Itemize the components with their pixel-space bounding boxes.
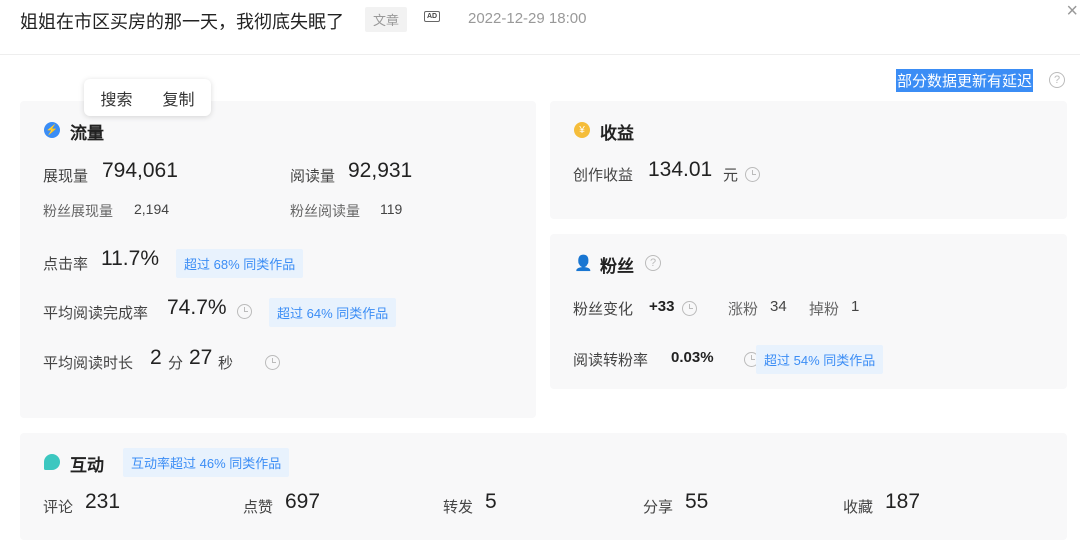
income-title: 收益	[600, 124, 634, 143]
duration-label: 平均阅读时长	[43, 355, 134, 372]
coin-icon: ¥	[574, 122, 590, 138]
interaction-title: 互动	[70, 456, 104, 475]
conversion-badge: 超过 54% 同类作品	[756, 345, 884, 374]
gain-label: 涨粉	[728, 301, 759, 318]
reads-value: 92,931	[348, 159, 413, 182]
income-unit: 元	[723, 167, 739, 184]
copy-menu-item[interactable]: 复制	[163, 86, 195, 110]
completion-label: 平均阅读完成率	[43, 305, 149, 322]
interaction-label: 分享	[643, 499, 674, 516]
delay-notice: 部分数据更新有延迟	[896, 69, 1034, 92]
help-icon[interactable]: ?	[645, 255, 661, 271]
close-icon[interactable]: ×	[1066, 0, 1078, 23]
ctr-value: 11.7%	[101, 247, 159, 270]
interaction-value: 187	[885, 490, 921, 513]
completion-value: 74.7%	[167, 296, 227, 319]
fans-change-value: +33	[649, 298, 675, 315]
article-title: 姐姐在市区买房的那一天，我彻底失眠了	[20, 12, 344, 32]
ctr-label: 点击率	[43, 256, 89, 273]
publish-date: 2022-12-29 18:00	[468, 10, 587, 27]
ad-icon: AD	[424, 11, 441, 22]
divider	[0, 54, 1080, 55]
interaction-label: 点赞	[243, 499, 274, 516]
search-menu-item[interactable]: 搜索	[100, 86, 132, 110]
interaction-value: 5	[485, 490, 497, 513]
person-icon: 👤	[574, 255, 593, 272]
seconds-unit: 秒	[218, 355, 234, 372]
completion-badge: 超过 64% 同类作品	[269, 298, 397, 327]
duration-seconds: 27	[189, 346, 213, 369]
clock-icon[interactable]	[237, 304, 252, 320]
loss-label: 掉粉	[809, 301, 840, 318]
traffic-panel: ⚡ 流量 展现量 794,061 阅读量 92,931 粉丝展现量 2,194 …	[20, 101, 536, 418]
interaction-label: 评论	[43, 499, 74, 516]
impressions-value: 794,061	[102, 159, 178, 182]
interaction-label: 收藏	[843, 499, 874, 516]
lightning-icon: ⚡	[44, 122, 60, 138]
impressions-label: 展现量	[43, 168, 89, 185]
gain-value: 34	[770, 298, 787, 315]
clock-icon[interactable]	[745, 167, 760, 183]
fans-title: 粉丝	[600, 257, 634, 276]
fans-change-label: 粉丝变化	[573, 301, 634, 318]
interaction-label: 转发	[443, 499, 474, 516]
help-icon[interactable]: ?	[1049, 72, 1065, 88]
interaction-value: 231	[85, 490, 121, 513]
fans-panel: 👤 粉丝 ? 粉丝变化 +33 涨粉 34 掉粉 1 阅读转粉率 0.03% 超…	[550, 234, 1067, 389]
reads-label: 阅读量	[290, 168, 336, 185]
interaction-value: 55	[685, 490, 709, 513]
fan-reads-label: 粉丝阅读量	[290, 203, 360, 219]
chat-bubble-icon	[44, 454, 60, 470]
conversion-label: 阅读转粉率	[573, 352, 649, 369]
ctr-badge: 超过 68% 同类作品	[176, 249, 304, 278]
traffic-title: 流量	[70, 124, 104, 143]
duration-minutes: 2	[150, 346, 162, 369]
interaction-badge: 互动率超过 46% 同类作品	[123, 448, 290, 477]
fan-reads-value: 119	[380, 201, 403, 217]
interaction-value: 697	[285, 490, 321, 513]
fan-impressions-label: 粉丝展现量	[43, 203, 113, 219]
income-label: 创作收益	[573, 167, 634, 184]
interaction-panel: 互动 互动率超过 46% 同类作品 评论 231 点赞 697 转发 5 分享 55 收…	[20, 433, 1067, 540]
clock-icon[interactable]	[682, 301, 697, 317]
type-tag: 文章	[365, 7, 408, 32]
clock-icon[interactable]	[265, 355, 281, 371]
income-value: 134.01	[648, 158, 713, 181]
fan-impressions-value: 2,194	[134, 201, 170, 217]
income-panel: ¥ 收益 创作收益 134.01 元	[550, 101, 1067, 219]
context-popup: 搜索 复制	[84, 79, 211, 116]
conversion-value: 0.03%	[671, 349, 714, 366]
minutes-unit: 分	[168, 355, 184, 372]
loss-value: 1	[851, 298, 860, 315]
